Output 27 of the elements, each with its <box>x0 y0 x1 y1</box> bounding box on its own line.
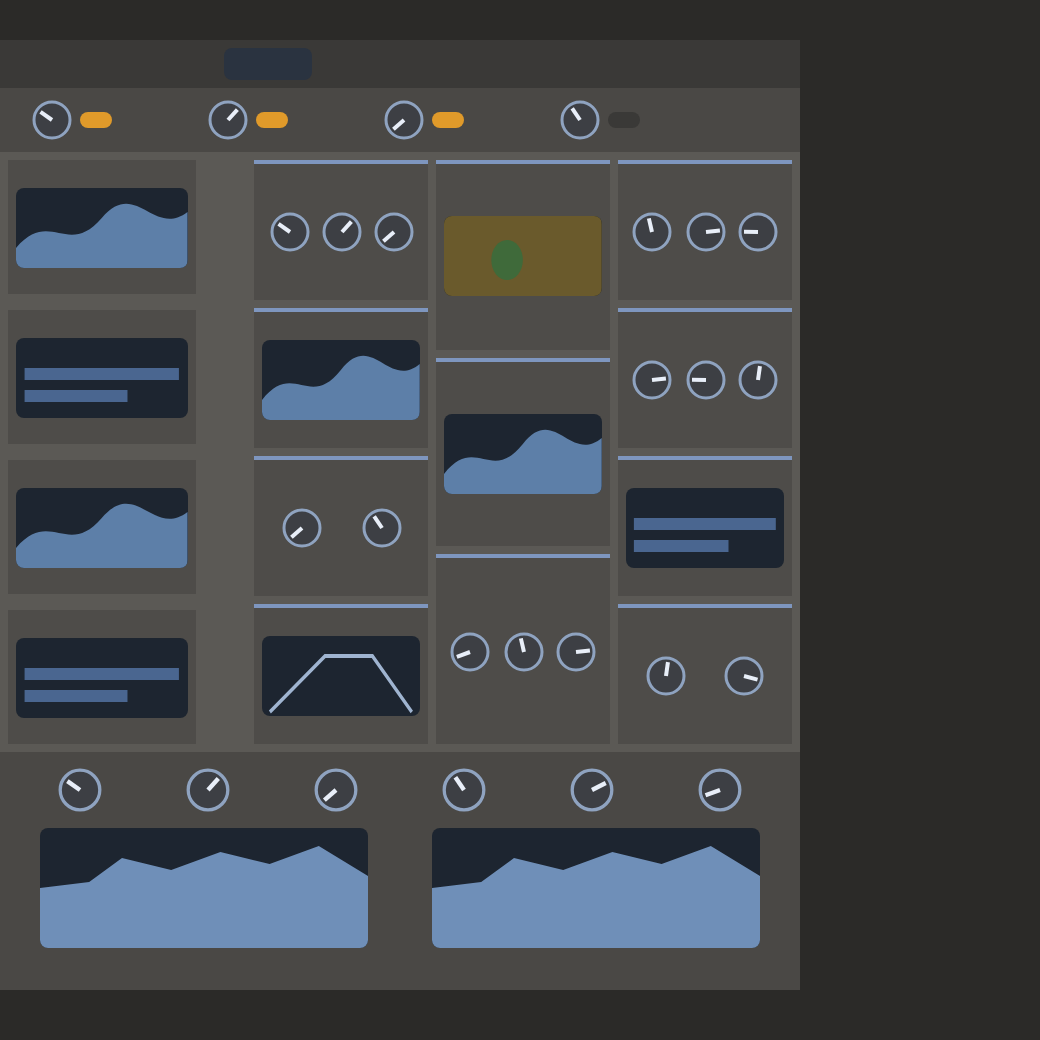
knob[interactable] <box>361 508 402 548</box>
knob[interactable] <box>698 768 742 812</box>
knob[interactable] <box>442 768 486 812</box>
knob[interactable] <box>384 100 424 140</box>
knob[interactable] <box>645 656 686 696</box>
knob[interactable] <box>737 212 778 252</box>
knob[interactable] <box>632 212 673 252</box>
knob[interactable] <box>269 212 310 252</box>
knob[interactable] <box>58 768 102 812</box>
knob[interactable] <box>374 212 415 252</box>
knob[interactable] <box>321 212 362 252</box>
knob[interactable] <box>450 631 491 672</box>
knob[interactable] <box>737 360 778 400</box>
knob[interactable] <box>570 768 614 812</box>
knob[interactable] <box>314 768 358 812</box>
knob[interactable] <box>724 656 765 696</box>
knob[interactable] <box>503 631 544 672</box>
knob[interactable] <box>208 100 248 140</box>
knob[interactable] <box>282 508 323 548</box>
knob[interactable] <box>632 360 673 400</box>
knob[interactable] <box>685 212 726 252</box>
knob[interactable] <box>685 360 726 400</box>
level-bars-drawing <box>634 518 777 552</box>
knob[interactable] <box>186 768 230 812</box>
knob[interactable] <box>32 100 72 140</box>
knob[interactable] <box>560 100 600 140</box>
knob[interactable] <box>556 631 597 672</box>
